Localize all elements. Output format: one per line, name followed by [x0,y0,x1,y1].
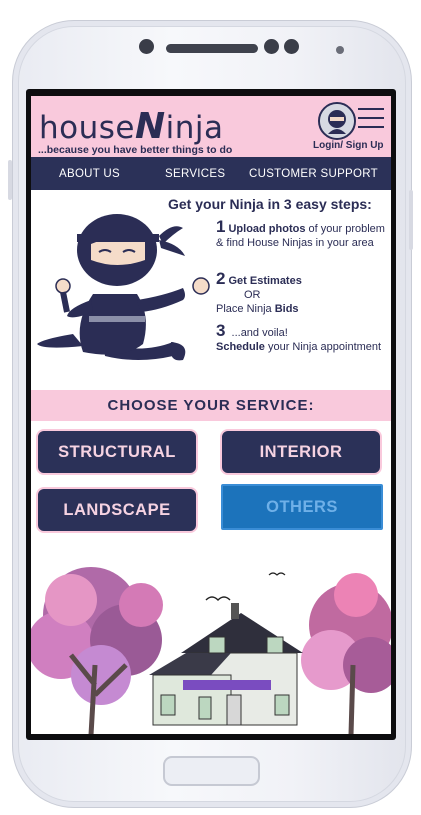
front-camera-icon [139,39,154,54]
step-3-text: ...and voila! [228,327,288,339]
step-3-number: 3 [216,321,226,340]
step-3: 3 ...and voila! Schedule your Ninja appo… [216,321,386,354]
nav-bar: ABOUT US SERVICES CUSTOMER SUPPORT [31,157,391,190]
ninja-mascot-illustration [37,214,210,361]
speaker-grille [166,44,258,53]
landscape-button[interactable]: LANDSCAPE [36,487,198,533]
app-viewport: houseNinja ...because you have better th… [31,96,391,734]
step-3-bold: Schedule [216,341,265,353]
home-button[interactable] [163,756,260,786]
step-2-or: OR [244,289,261,301]
nav-customer-support[interactable]: CUSTOMER SUPPORT [249,168,378,180]
nav-services[interactable]: SERVICES [165,168,225,180]
steps-title: Get your Ninja in 3 easy steps: [168,196,372,212]
tagline: ...because you have better things to do [38,144,233,156]
step-1-number: 1 [216,217,226,236]
step-1: 1 Upload photos of your problem & find Ho… [216,217,386,250]
logo-text-n: N [134,106,166,147]
others-button[interactable]: OTHERS [221,484,383,530]
sensor-icon [284,39,299,54]
step-3-rest: your Ninja appointment [264,341,382,353]
ninja-avatar-icon[interactable] [318,102,356,140]
step-2-prefix: Place Ninja [216,303,275,315]
login-signup-link[interactable]: Login/ Sign Up [313,140,384,151]
step-2-number: 2 [216,269,226,288]
nav-about-us[interactable]: ABOUT US [59,168,120,180]
logo-text-house: house [39,110,135,146]
structural-button[interactable]: STRUCTURAL [36,429,198,475]
logo[interactable]: houseNinja [39,106,224,147]
logo-text-inja: inja [165,110,224,146]
power-button [409,190,413,250]
menu-hamburger-icon[interactable] [358,108,384,130]
step-2: 2 Get Estimates OR Place Ninja Bids [216,269,386,316]
interior-button[interactable]: INTERIOR [220,429,382,475]
volume-button [8,160,12,200]
choose-service-bar: CHOOSE YOUR SERVICE: [31,390,391,421]
header: houseNinja ...because you have better th… [31,96,391,157]
step-1-bold: Upload photos [228,223,306,235]
proximity-sensor-icon [336,46,344,54]
sensor-icon [264,39,279,54]
step-2-bold2: Bids [274,303,299,315]
step-2-bold: Get Estimates [228,275,302,287]
choose-service-heading: CHOOSE YOUR SERVICE: [107,397,315,414]
house-illustration [31,567,391,734]
